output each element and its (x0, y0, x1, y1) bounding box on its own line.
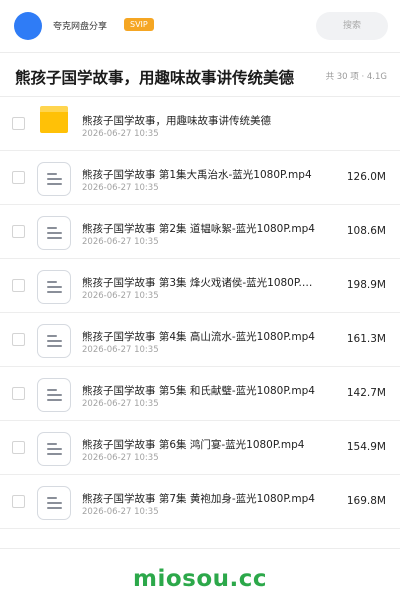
list-item[interactable]: 熊孩子国学故事 第5集 和氏献璧-蓝光1080P.mp4 2026-06-27 … (0, 367, 400, 421)
list-item[interactable]: 熊孩子国学故事 第2集 道韫咏絮-蓝光1080P.mp4 2026-06-27 … (0, 205, 400, 259)
select-checkbox[interactable] (12, 279, 25, 292)
header-bar: 夸克网盘分享 SVIP 搜索 (0, 0, 400, 52)
list-item[interactable]: 熊孩子国学故事 第1集大禹治水-蓝光1080P.mp4 2026-06-27 1… (0, 151, 400, 205)
select-checkbox[interactable] (12, 387, 25, 400)
page-title: 熊孩子国学故事，用趣味故事讲传统美德 (15, 69, 295, 87)
document-icon (37, 216, 71, 250)
item-count-size: 共 30 项 · 4.1G (325, 72, 387, 82)
item-date: 2026-06-27 10:35 (82, 453, 159, 463)
select-checkbox[interactable] (12, 171, 25, 184)
watermark-text: miosou.cc (132, 566, 268, 592)
svip-badge: SVIP (124, 18, 154, 31)
item-name: 熊孩子国学故事 第2集 道韫咏絮-蓝光1080P.mp4 (82, 223, 315, 235)
file-list: 熊孩子国学故事，用趣味故事讲传统美德 2026-06-27 10:35 熊孩子国… (0, 97, 400, 529)
item-date: 2026-06-27 10:35 (82, 237, 159, 247)
item-size: 126.0M (346, 171, 386, 183)
item-size: 169.8M (346, 495, 386, 507)
select-checkbox[interactable] (12, 333, 25, 346)
item-name: 熊孩子国学故事 第7集 黄袍加身-蓝光1080P.mp4 (82, 493, 315, 505)
item-date: 2026-06-27 10:35 (82, 345, 159, 355)
list-item-folder[interactable]: 熊孩子国学故事，用趣味故事讲传统美德 2026-06-27 10:35 (0, 97, 400, 151)
item-date: 2026-06-27 10:35 (82, 129, 159, 139)
document-icon (37, 432, 71, 466)
list-item[interactable]: 熊孩子国学故事 第4集 高山流水-蓝光1080P.mp4 2026-06-27 … (0, 313, 400, 367)
document-icon (37, 486, 71, 520)
item-size: 142.7M (346, 387, 386, 399)
footer: miosou.cc (0, 548, 400, 600)
site-name: 夸克网盘分享 (53, 22, 108, 32)
item-name: 熊孩子国学故事 第6集 鸿门宴-蓝光1080P.mp4 (82, 439, 305, 451)
document-icon (37, 162, 71, 196)
item-size: 108.6M (346, 225, 386, 237)
document-icon (37, 270, 71, 304)
document-icon (37, 378, 71, 412)
item-name: 熊孩子国学故事 第1集大禹治水-蓝光1080P.mp4 (82, 169, 312, 181)
item-size: 154.9M (346, 441, 386, 453)
select-checkbox[interactable] (12, 441, 25, 454)
select-checkbox[interactable] (12, 117, 25, 130)
select-checkbox[interactable] (12, 225, 25, 238)
item-name: 熊孩子国学故事 第4集 高山流水-蓝光1080P.mp4 (82, 331, 315, 343)
folder-icon (40, 106, 68, 133)
item-date: 2026-06-27 10:35 (82, 399, 159, 409)
list-item[interactable]: 熊孩子国学故事 第6集 鸿门宴-蓝光1080P.mp4 2026-06-27 1… (0, 421, 400, 475)
select-checkbox[interactable] (12, 495, 25, 508)
item-date: 2026-06-27 10:35 (82, 183, 159, 193)
item-date: 2026-06-27 10:35 (82, 291, 159, 301)
item-name: 熊孩子国学故事 第5集 和氏献璧-蓝光1080P.mp4 (82, 385, 315, 397)
item-name: 熊孩子国学故事，用趣味故事讲传统美德 (82, 115, 271, 127)
list-item[interactable]: 熊孩子国学故事 第7集 黄袍加身-蓝光1080P.mp4 2026-06-27 … (0, 475, 400, 529)
item-date: 2026-06-27 10:35 (82, 507, 159, 517)
item-size: 161.3M (346, 333, 386, 345)
list-item[interactable]: 熊孩子国学故事 第3集 烽火戏诸侯-蓝光1080P.mp4 2026-06-27… (0, 259, 400, 313)
document-icon (37, 324, 71, 358)
avatar[interactable] (14, 12, 42, 40)
item-size: 198.9M (346, 279, 386, 291)
search-input[interactable]: 搜索 (316, 12, 388, 40)
title-bar: 熊孩子国学故事，用趣味故事讲传统美德 共 30 项 · 4.1G (0, 52, 400, 97)
item-name: 熊孩子国学故事 第3集 烽火戏诸侯-蓝光1080P.mp4 (82, 277, 318, 289)
